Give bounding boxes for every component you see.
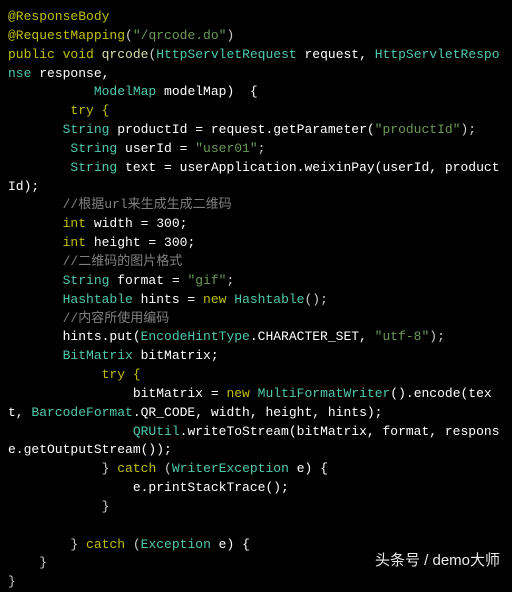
comment: //内容所使用编码 bbox=[8, 311, 169, 326]
try-kw: try { bbox=[8, 103, 109, 118]
comment: //二维码的图片格式 bbox=[8, 254, 182, 269]
watermark: 头条号 / demo大师 bbox=[375, 550, 500, 572]
annotation: @RequestMapping bbox=[8, 28, 125, 43]
comment: //根据url来生成生成二维码 bbox=[8, 197, 232, 212]
annotation: @ResponseBody bbox=[8, 9, 109, 24]
code-block: @ResponseBody @RequestMapping("/qrcode.d… bbox=[8, 8, 504, 592]
